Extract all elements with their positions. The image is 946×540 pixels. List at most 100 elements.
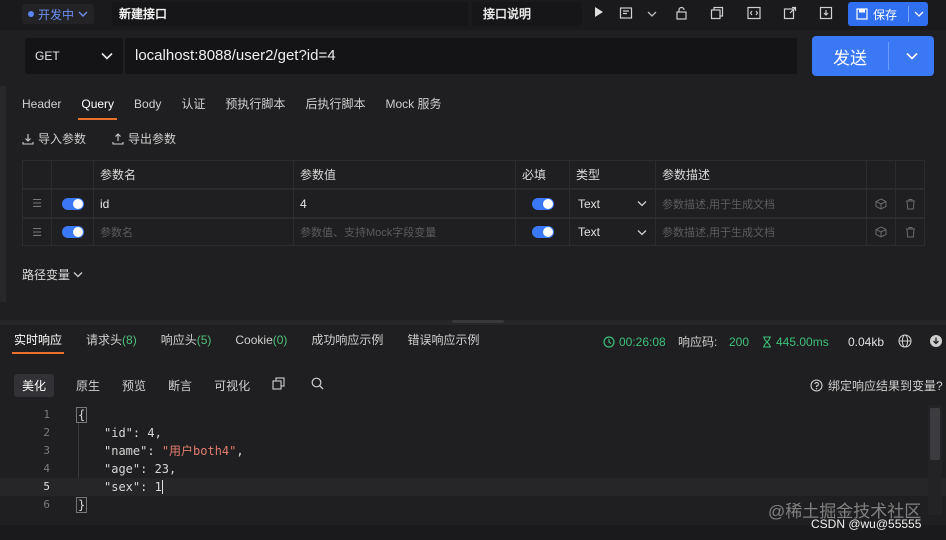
watermark-csdn: CSDN @wu@55555 [811, 517, 922, 531]
chevron-down-icon [637, 229, 647, 235]
json-key: "id" [104, 426, 133, 440]
line-number: 6 [43, 498, 50, 511]
tab-pre-script[interactable]: 预执行脚本 [225, 94, 285, 120]
save-divider [908, 6, 910, 22]
export-icon[interactable] [818, 6, 834, 22]
delete-icon[interactable] [896, 218, 925, 246]
table-header-row: 参数名 参数值 必填 类型 参数描述 [22, 160, 925, 189]
code-line: 2 "id": 4, [0, 424, 946, 442]
col-header-desc: 参数描述 [656, 160, 867, 189]
export-params-label: 导出参数 [128, 132, 177, 146]
tab-label: 请求头 [86, 333, 123, 347]
code-brace: { [76, 407, 88, 423]
chevron-down-icon[interactable] [644, 6, 660, 22]
param-actions: 导入参数 导出参数 [22, 130, 176, 147]
bind-response-label: 绑定响应结果到变量? [828, 379, 943, 393]
tab-mock-service[interactable]: Mock 服务 [385, 94, 441, 120]
json-value: 1 [154, 480, 162, 494]
code-icon[interactable] [746, 6, 762, 22]
code-line: 3 "name": "用户both4", [0, 442, 946, 460]
json-key: "name" [104, 444, 148, 458]
table-row: ☰ id 4 Text 参数描述,用于生成文档 [22, 189, 925, 218]
tab-realtime-response[interactable]: 实时响应 [11, 332, 65, 354]
api-doc-button[interactable]: 接口说明 [472, 2, 582, 26]
status-dropdown[interactable]: 开发中 [22, 4, 95, 24]
param-value-input[interactable]: 4 [294, 189, 516, 218]
tab-query[interactable]: Query [78, 94, 117, 120]
required-toggle[interactable] [516, 218, 570, 246]
import-icon [22, 133, 34, 145]
save-icon [856, 8, 868, 20]
delete-icon[interactable] [896, 189, 925, 218]
enable-toggle[interactable] [52, 189, 94, 218]
view-tab-visualize[interactable]: 可视化 [214, 377, 250, 394]
param-name-input[interactable]: id [94, 189, 294, 218]
run-icon[interactable] [590, 6, 606, 22]
document-icon[interactable] [618, 6, 634, 22]
mock-cube-icon[interactable] [867, 218, 896, 246]
required-toggle[interactable] [516, 189, 570, 218]
method-label: GET [35, 49, 60, 63]
path-variables-toggle[interactable]: 路径变量 [22, 266, 83, 283]
toggle-switch[interactable] [531, 197, 554, 210]
search-icon[interactable] [311, 377, 324, 393]
enable-col-header [52, 160, 94, 189]
share-icon[interactable] [782, 6, 798, 22]
tab-error-example[interactable]: 错误响应示例 [407, 332, 479, 354]
tab-success-example[interactable]: 成功响应示例 [311, 332, 383, 354]
tab-cookie[interactable]: Cookie(0) [235, 332, 287, 354]
copy-icon[interactable] [272, 377, 285, 393]
download-icon[interactable] [929, 334, 943, 352]
drag-handle-icon[interactable]: ☰ [22, 189, 52, 218]
type-select[interactable]: Text [570, 189, 656, 218]
param-desc-input[interactable]: 参数描述,用于生成文档 [656, 218, 867, 246]
toggle-switch[interactable] [61, 226, 84, 238]
json-value: 4 [147, 426, 155, 440]
tab-body[interactable]: Body [134, 94, 161, 120]
param-name-input[interactable]: 参数名 [94, 218, 294, 246]
drag-handle-icon[interactable]: ☰ [22, 218, 52, 246]
bind-response-link[interactable]: 绑定响应结果到变量? [810, 377, 943, 394]
text-cursor [161, 480, 163, 494]
view-tab-beautify[interactable]: 美化 [14, 373, 55, 397]
export-params-button[interactable]: 导出参数 [112, 130, 176, 147]
send-options-chevron-icon[interactable] [889, 49, 934, 63]
toggle-switch[interactable] [531, 226, 554, 238]
enable-toggle[interactable] [52, 218, 94, 246]
send-button[interactable]: 发送 [812, 36, 934, 76]
tab-header[interactable]: Header [22, 94, 61, 120]
api-name-input[interactable]: 新建接口 [112, 2, 468, 26]
method-select[interactable]: GET [25, 38, 123, 74]
tab-post-script[interactable]: 后执行脚本 [305, 94, 365, 120]
response-view-tabs: 美化 原生 预览 断言 可视化 [14, 373, 346, 397]
copy-icon[interactable] [709, 6, 725, 22]
action-col-header [867, 160, 896, 189]
view-tab-assert[interactable]: 断言 [168, 377, 192, 394]
export-icon [112, 132, 124, 145]
toggle-switch[interactable] [61, 197, 84, 210]
lock-icon[interactable] [673, 6, 689, 22]
globe-icon[interactable] [898, 334, 912, 352]
tab-label: Cookie [235, 333, 273, 347]
tab-response-headers[interactable]: 响应头(5) [161, 332, 212, 354]
import-params-button[interactable]: 导入参数 [22, 130, 86, 147]
url-input[interactable]: localhost:8088/user2/get?id=4 [125, 38, 797, 74]
param-value-input[interactable]: 参数值、支持Mock字段变量 [294, 218, 516, 246]
path-variables-label: 路径变量 [22, 268, 71, 282]
type-label: Text [578, 225, 601, 239]
view-tab-preview[interactable]: 预览 [122, 377, 146, 394]
mock-cube-icon[interactable] [867, 189, 896, 218]
tab-request-headers[interactable]: 请求头(8) [86, 332, 137, 354]
view-tab-raw[interactable]: 原生 [76, 377, 100, 394]
param-desc-input[interactable]: 参数描述,用于生成文档 [656, 189, 867, 218]
request-tabs: Header Query Body 认证 预执行脚本 后执行脚本 Mock 服务 [22, 94, 461, 120]
chevron-down-icon [78, 11, 88, 17]
line-number: 3 [43, 444, 50, 457]
drag-col-header [22, 160, 52, 189]
code-scrollbar-thumb[interactable] [930, 408, 940, 460]
splitter-handle[interactable] [452, 320, 504, 323]
type-select[interactable]: Text [570, 218, 656, 246]
save-button[interactable]: 保存 [848, 2, 928, 26]
chevron-down-icon[interactable] [914, 10, 924, 18]
tab-auth[interactable]: 认证 [181, 94, 205, 120]
